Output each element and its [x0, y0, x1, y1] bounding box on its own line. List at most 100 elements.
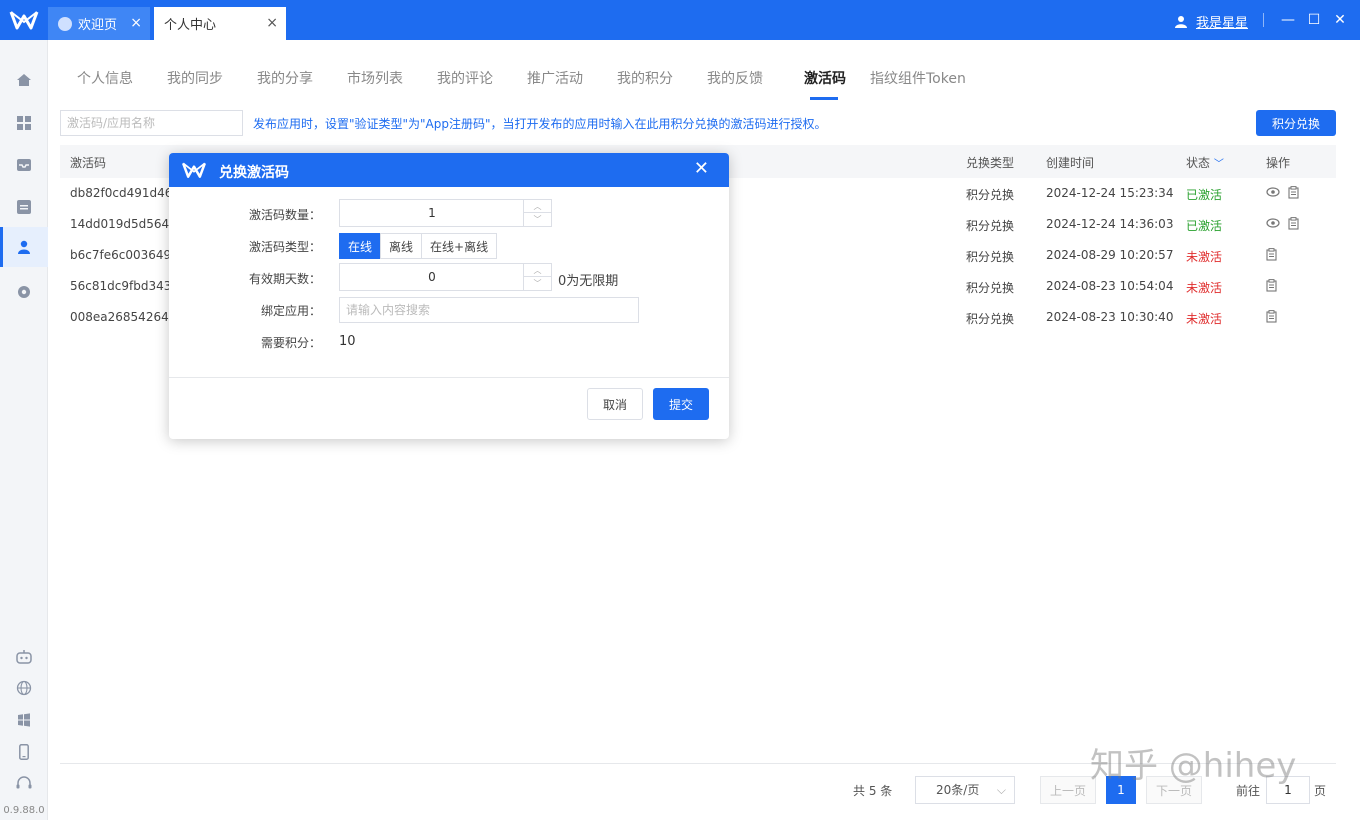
- user-menu[interactable]: 我是星星: [1174, 12, 1248, 31]
- tab-feedback[interactable]: 我的反馈: [707, 68, 763, 88]
- quantity-stepper[interactable]: 1 ︿ ﹀: [339, 199, 552, 227]
- cell-created: 2024-12-24 15:23:34: [1046, 186, 1174, 200]
- cell-type: 积分兑换: [966, 188, 1015, 202]
- column-header-status[interactable]: 状态 ﹀: [1186, 154, 1224, 171]
- cell-type: 积分兑换: [966, 281, 1015, 295]
- sidebar-item-support[interactable]: [0, 764, 48, 804]
- cell-code: 14dd019d5d5646c: [70, 217, 184, 231]
- cell-type: 积分兑换: [966, 312, 1015, 326]
- redeem-button[interactable]: 积分兑换: [1256, 110, 1336, 136]
- quantity-value[interactable]: 1: [340, 200, 524, 226]
- tab-activation-code[interactable]: 激活码: [804, 68, 846, 88]
- points-label: 需要积分：: [260, 336, 321, 350]
- cell-code: 008ea2685426401: [70, 310, 184, 324]
- cancel-button[interactable]: 取消: [587, 388, 643, 420]
- app-search-input[interactable]: 请输入内容搜索: [339, 297, 639, 323]
- tab-close-icon[interactable]: ×: [266, 15, 278, 31]
- submit-button[interactable]: 提交: [653, 388, 709, 420]
- sidebar-item-inbox[interactable]: [0, 145, 48, 185]
- copy-icon[interactable]: [1288, 217, 1300, 230]
- row-actions: [1266, 217, 1300, 230]
- redeem-code-dialog: 兑换激活码 ✕ 激活码数量： 1 ︿ ﹀ 激活码类型： 在线 离线 在线+离线 …: [169, 153, 729, 439]
- apps-icon: [17, 116, 31, 130]
- increment-icon[interactable]: ︿: [524, 200, 551, 213]
- column-header-type: 兑换类型: [966, 156, 1015, 170]
- prev-page-button[interactable]: 上一页: [1040, 776, 1096, 804]
- version-label: 0.9.88.0: [3, 805, 45, 816]
- sidebar-item-home[interactable]: [0, 60, 48, 100]
- stepper-controls: ︿ ﹀: [523, 264, 551, 290]
- tab-sync[interactable]: 我的同步: [167, 68, 223, 88]
- copy-icon[interactable]: [1266, 279, 1278, 292]
- tab-personal-center[interactable]: 个人中心 ×: [154, 7, 286, 40]
- column-header-created: 创建时间: [1046, 156, 1095, 170]
- home-icon: [17, 74, 31, 86]
- days-value[interactable]: 0: [340, 264, 524, 290]
- decrement-icon[interactable]: ﹀: [524, 213, 551, 226]
- app-logo-icon: [9, 11, 39, 30]
- sidebar-item-user[interactable]: [0, 227, 48, 267]
- sidebar: 0.9.88.0: [0, 40, 48, 820]
- tab-profile[interactable]: 个人信息: [77, 68, 133, 88]
- quantity-label: 激活码数量：: [248, 208, 321, 222]
- type-option-both[interactable]: 在线+离线: [421, 233, 498, 259]
- filter-chevron-icon[interactable]: ﹀: [1214, 159, 1224, 170]
- search-input[interactable]: [60, 110, 243, 136]
- divider: [1263, 13, 1264, 27]
- title-bar: 欢迎页 × 个人中心 × 我是星星 — ☐ ✕: [0, 0, 1360, 40]
- tab-promotion[interactable]: 推广活动: [527, 68, 583, 88]
- settings-icon: [18, 286, 30, 298]
- increment-icon[interactable]: ︿: [524, 264, 551, 277]
- type-label: 激活码类型：: [248, 240, 321, 254]
- cell-created: 2024-08-23 10:30:40: [1046, 310, 1174, 324]
- type-option-online[interactable]: 在线: [339, 233, 382, 259]
- user-avatar-icon: [1174, 15, 1187, 28]
- minimize-icon[interactable]: —: [1281, 12, 1295, 28]
- type-segmented-control: 在线 离线 在线+离线: [339, 233, 498, 259]
- cell-type: 积分兑换: [966, 219, 1015, 233]
- sidebar-item-list[interactable]: [0, 187, 48, 227]
- tab-label: 欢迎页: [78, 18, 118, 33]
- cell-code: db82f0cd491d465: [70, 186, 181, 200]
- window-controls: — ☐ ✕: [1281, 12, 1346, 28]
- type-option-offline[interactable]: 离线: [380, 233, 423, 259]
- close-icon[interactable]: ✕: [1334, 12, 1346, 28]
- robot-icon: [16, 650, 32, 664]
- copy-icon[interactable]: [1266, 310, 1278, 323]
- user-name-link[interactable]: 我是星星: [1196, 12, 1248, 31]
- tab-share[interactable]: 我的分享: [257, 68, 313, 88]
- cell-status: 未激活: [1186, 281, 1223, 295]
- windows-icon: [18, 713, 30, 727]
- cell-created: 2024-08-23 10:54:04: [1046, 279, 1174, 293]
- sidebar-item-settings[interactable]: [0, 272, 48, 312]
- tab-market[interactable]: 市场列表: [347, 68, 403, 88]
- page-size-select[interactable]: 20条/页 ⌵: [915, 776, 1015, 804]
- copy-icon[interactable]: [1266, 248, 1278, 261]
- days-hint: 0为无限期: [558, 274, 619, 289]
- sidebar-item-apps[interactable]: [0, 103, 48, 143]
- tab-points[interactable]: 我的积分: [617, 68, 673, 88]
- points-value: 10: [339, 334, 356, 349]
- tab-fingerprint-token[interactable]: 指纹组件Token: [870, 68, 966, 88]
- eye-icon[interactable]: [1266, 186, 1280, 198]
- user-icon: [18, 240, 30, 254]
- cell-created: 2024-08-29 10:20:57: [1046, 248, 1174, 262]
- eye-icon[interactable]: [1266, 217, 1280, 229]
- pagination-total: 共 5 条: [853, 784, 893, 798]
- app-logo-icon: [181, 162, 207, 178]
- close-icon[interactable]: ✕: [694, 159, 709, 179]
- column-header-ops: 操作: [1266, 156, 1291, 170]
- maximize-icon[interactable]: ☐: [1308, 12, 1321, 28]
- row-actions: [1266, 248, 1278, 261]
- tab-comments[interactable]: 我的评论: [437, 68, 493, 88]
- tab-label: 个人中心: [164, 18, 217, 33]
- decrement-icon[interactable]: ﹀: [524, 277, 551, 290]
- copy-icon[interactable]: [1288, 186, 1300, 199]
- tab-close-icon[interactable]: ×: [130, 15, 142, 31]
- column-header-code: 激活码: [70, 156, 107, 170]
- dialog-header: 兑换激活码 ✕: [169, 153, 729, 187]
- watermark: 知乎 @hihey: [1090, 746, 1297, 786]
- tab-welcome[interactable]: 欢迎页 ×: [48, 7, 150, 40]
- days-stepper[interactable]: 0 ︿ ﹀: [339, 263, 552, 291]
- row-actions: [1266, 310, 1278, 323]
